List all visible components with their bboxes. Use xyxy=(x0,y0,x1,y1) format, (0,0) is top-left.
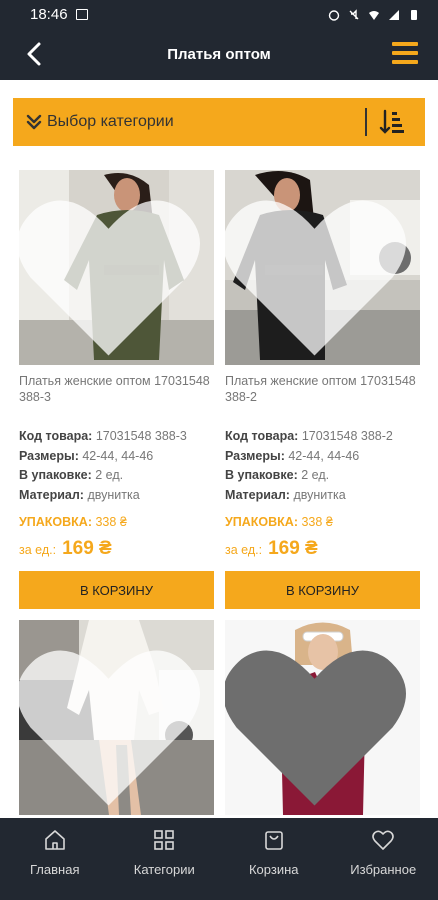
nav-cart-label: Корзина xyxy=(248,862,299,877)
nav-categories[interactable]: Категории xyxy=(110,818,220,900)
chevron-double-down-icon xyxy=(26,114,42,130)
heart-icon[interactable] xyxy=(19,630,206,815)
sort-icon[interactable] xyxy=(379,108,405,136)
hamburger-icon xyxy=(392,42,418,46)
back-button[interactable] xyxy=(22,41,48,67)
heart-icon[interactable] xyxy=(19,180,206,365)
status-bar: 18:46 xyxy=(0,0,438,28)
grid-icon xyxy=(154,830,175,850)
home-icon xyxy=(44,830,65,850)
product-photo[interactable] xyxy=(225,620,420,815)
product-name[interactable]: Платья женские оптом 17031548 388-3 xyxy=(19,373,214,405)
pack-price: УПАКОВКА: 338 ₴ xyxy=(225,515,333,529)
product-code: 17031548 388-3 xyxy=(95,429,187,443)
product-sizes: 42-44, 44-46 xyxy=(82,448,154,463)
nav-cart[interactable]: Корзина xyxy=(219,818,329,900)
pack-price: УПАКОВКА: 338 ₴ xyxy=(19,515,127,529)
nav-categories-label: Категории xyxy=(133,862,195,877)
mute-icon xyxy=(348,8,360,20)
price-value: 169 ₴ xyxy=(268,538,318,559)
status-time: 18:46 xyxy=(30,5,68,23)
nav-home[interactable]: Главная xyxy=(0,818,110,900)
product-pack-count: 2 ед. xyxy=(95,468,124,482)
heart-icon[interactable] xyxy=(225,180,412,365)
shopping-bag-icon xyxy=(264,831,283,850)
product-specs: Код товара: 17031548 388-2 Размеры: 42-4… xyxy=(225,429,393,502)
status-icons xyxy=(328,8,420,21)
product-photo[interactable] xyxy=(225,170,420,365)
product-pack-count: 2 ед. xyxy=(301,468,330,482)
unit-price: за ед.: 169 ₴ xyxy=(225,538,318,559)
product-name[interactable]: Платья женские оптом 17031548 388-2 xyxy=(225,373,420,405)
category-label: Выбор категории xyxy=(47,113,174,130)
unit-price: за ед.: 169 ₴ xyxy=(19,538,112,559)
product-specs: Код товара: 17031548 388-3 Размеры: 42-4… xyxy=(19,429,187,502)
price-value: 169 ₴ xyxy=(62,538,112,559)
add-to-cart-button[interactable]: В КОРЗИНУ xyxy=(19,571,214,609)
bottom-navigation: Главная Категории Корзина Избранное xyxy=(0,818,438,900)
add-to-cart-button[interactable]: В КОРЗИНУ xyxy=(225,571,420,609)
nav-favorites-label: Избранное xyxy=(350,862,417,877)
divider xyxy=(365,108,367,136)
nav-home-label: Главная xyxy=(30,862,80,877)
arrow-left-icon xyxy=(27,42,41,66)
menu-button[interactable] xyxy=(392,42,418,66)
product-material: двунитка xyxy=(293,487,346,502)
battery-icon xyxy=(408,8,420,20)
wifi-icon xyxy=(368,8,380,20)
app-header: Платья оптом xyxy=(0,28,438,80)
gallery-icon xyxy=(75,8,88,20)
alarm-icon xyxy=(328,8,340,21)
product-code: 17031548 388-2 xyxy=(301,429,393,443)
signal-icon xyxy=(388,8,400,20)
heart-outline-icon xyxy=(372,830,395,850)
product-photo[interactable] xyxy=(19,170,214,365)
page-title: Платья оптом xyxy=(167,45,271,63)
product-photo[interactable] xyxy=(19,620,214,815)
category-selector[interactable]: Выбор категории xyxy=(13,98,425,146)
product-material: двунитка xyxy=(87,487,140,502)
heart-icon[interactable] xyxy=(225,630,412,815)
nav-favorites[interactable]: Избранное xyxy=(329,818,438,900)
product-sizes: 42-44, 44-46 xyxy=(288,448,360,463)
